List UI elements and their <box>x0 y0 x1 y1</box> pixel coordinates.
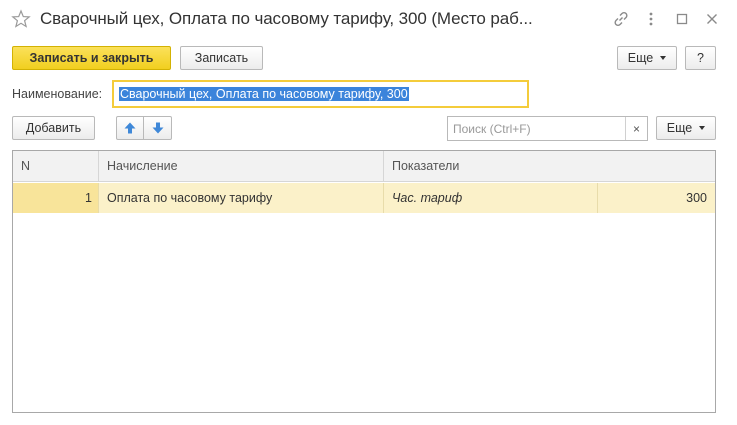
table-more-label: Еще <box>666 121 693 135</box>
maximize-icon[interactable] <box>673 10 691 28</box>
move-down-button[interactable] <box>144 116 172 140</box>
row-number[interactable]: 1 <box>13 183 99 213</box>
help-label: ? <box>697 51 704 65</box>
more-vertical-icon[interactable] <box>642 10 660 28</box>
indicator-cell[interactable]: Час. тариф <box>384 183 598 213</box>
more-button[interactable]: Еще <box>617 46 677 70</box>
accrual-cell[interactable]: Оплата по часовому тарифу <box>99 183 384 213</box>
move-up-button[interactable] <box>116 116 144 140</box>
arrow-up-icon <box>124 122 136 134</box>
title-bar: Сварочный цех, Оплата по часовому тарифу… <box>0 0 737 38</box>
save-and-close-label: Записать и закрыть <box>29 51 154 65</box>
clear-search-button[interactable]: × <box>625 117 647 140</box>
name-value: Сварочный цех, Оплата по часовому тарифу… <box>119 87 409 101</box>
name-field[interactable]: Сварочный цех, Оплата по часовому тарифу… <box>112 80 529 108</box>
close-icon[interactable] <box>703 10 721 28</box>
arrow-down-icon <box>152 122 163 134</box>
link-icon[interactable] <box>612 10 630 28</box>
search-placeholder: Поиск (Ctrl+F) <box>453 122 531 136</box>
chevron-down-icon <box>699 126 706 130</box>
save-and-close-button[interactable]: Записать и закрыть <box>12 46 171 70</box>
table-more-button[interactable]: Еще <box>656 116 716 140</box>
more-label: Еще <box>627 51 654 65</box>
table-row[interactable]: 1 Оплата по часовому тарифу Час. тариф 3… <box>13 183 715 213</box>
window-title: Сварочный цех, Оплата по часовому тарифу… <box>40 9 533 28</box>
accruals-table[interactable]: N Начисление Показатели 1 Оплата по часо… <box>12 150 716 413</box>
chevron-down-icon <box>660 56 667 60</box>
column-header-n[interactable]: N <box>13 151 99 182</box>
column-header-accrual[interactable]: Начисление <box>99 151 384 182</box>
save-label: Записать <box>194 51 249 65</box>
save-button[interactable]: Записать <box>180 46 263 70</box>
search-input[interactable]: Поиск (Ctrl+F) × <box>447 116 648 141</box>
column-header-indicators[interactable]: Показатели <box>384 151 715 182</box>
add-button[interactable]: Добавить <box>12 116 95 140</box>
add-label: Добавить <box>25 121 82 135</box>
table-header: N Начисление Показатели <box>13 151 715 182</box>
favorite-star-icon[interactable] <box>11 9 31 29</box>
help-button[interactable]: ? <box>685 46 716 70</box>
name-label: Наименование: <box>12 87 103 101</box>
indicator-value-cell[interactable]: 300 <box>598 183 715 213</box>
